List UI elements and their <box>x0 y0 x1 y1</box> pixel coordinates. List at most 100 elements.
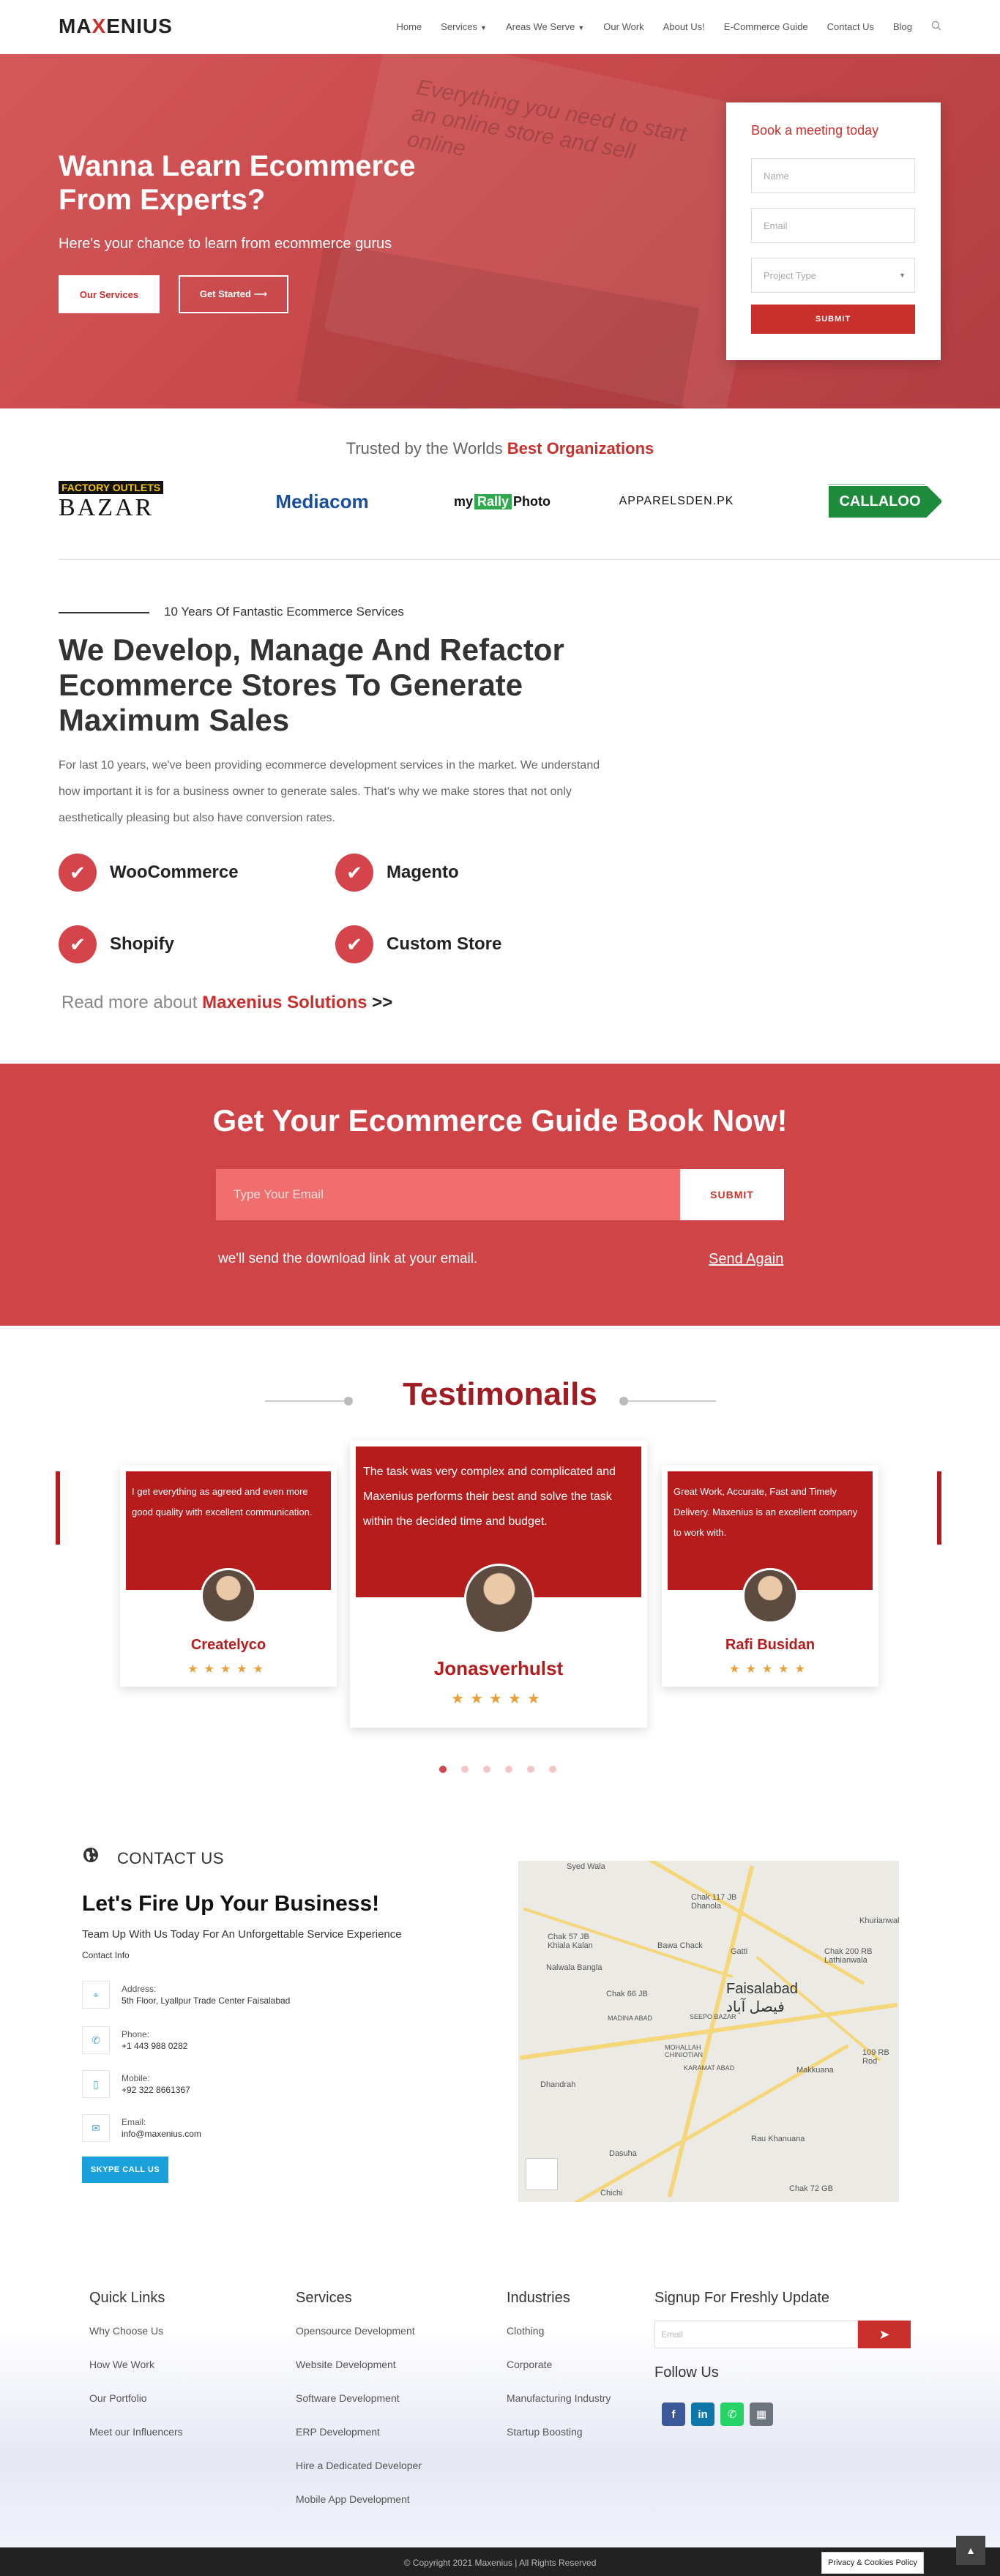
feature-woocommerce: ✔ WooCommerce <box>59 854 239 892</box>
map-label: Chak 117 JB Dhanola <box>691 1893 737 1911</box>
footer-link[interactable]: Why Choose Us <box>89 2325 163 2337</box>
location-map[interactable]: Syed Wala Chak 117 JB Dhanola Chak 57 JB… <box>518 1861 899 2202</box>
title-decor-dot <box>619 1397 628 1405</box>
testimonial-name: Rafi Busidan <box>725 1637 816 1653</box>
project-type-select[interactable]: Project Type ▼ <box>751 258 915 293</box>
carousel-dot[interactable] <box>505 1766 512 1773</box>
linkedin-icon[interactable]: in <box>691 2403 714 2426</box>
send-icon[interactable]: ➤ <box>858 2321 911 2348</box>
guide-submit-button[interactable]: SUBMIT <box>680 1169 784 1220</box>
mobile-icon: ▯ <box>82 2070 110 2098</box>
section-divider <box>59 559 1000 560</box>
email-icon: ✉ <box>82 2114 110 2142</box>
nav-about[interactable]: About Us! <box>663 21 705 32</box>
apparelsden-logo: APPARELSDEN.PK <box>619 495 734 507</box>
skype-call-button[interactable]: SKYPE CALL US <box>82 2157 168 2183</box>
check-icon: ✔ <box>59 925 97 963</box>
map-label: Chak 66 JB <box>606 1990 648 1998</box>
nav-contact[interactable]: Contact Us <box>827 21 874 32</box>
email-field[interactable]: Email <box>751 208 915 243</box>
footer-link[interactable]: Meet our Influencers <box>89 2426 183 2438</box>
testimonial-card: Great Work, Accurate, Fast and Timely De… <box>662 1466 878 1687</box>
guide-section: Get Your Ecommerce Guide Book Now! Type … <box>0 1064 1000 1326</box>
footer-link[interactable]: Corporate <box>507 2359 552 2370</box>
globe-icon <box>82 1846 100 1868</box>
nav-ecommerce-guide[interactable]: E-Commerce Guide <box>724 21 808 32</box>
footer-link[interactable]: How We Work <box>89 2359 154 2370</box>
map-label: SEEPO BAZAR <box>690 2013 736 2020</box>
rating-stars: ★★★★★ <box>729 1663 811 1676</box>
avatar <box>201 1568 256 1624</box>
footer-link[interactable]: Hire a Dedicated Developer <box>296 2460 422 2471</box>
hero-subtitle: Here's your chance to learn from ecommer… <box>59 236 392 252</box>
site-logo[interactable]: MAXENIUS <box>59 15 173 38</box>
nav-blog[interactable]: Blog <box>893 21 912 32</box>
read-more-link[interactable]: Read more about Maxenius Solutions >> <box>61 993 392 1013</box>
signup-email-input[interactable]: Email <box>654 2321 858 2348</box>
follow-title: Follow Us <box>654 2364 719 2381</box>
nav-services[interactable]: Services ▼ <box>441 21 487 32</box>
testimonial-card-edge <box>937 1471 941 1545</box>
map-control[interactable] <box>526 2158 558 2190</box>
testimonial-name: Jonasverhulst <box>433 1657 564 1679</box>
factory-outlets-bazar-logo: FACTORY OUTLETS BAZAR <box>59 476 176 527</box>
send-again-link[interactable]: Send Again <box>709 1251 783 1268</box>
footer-link[interactable]: Clothing <box>507 2325 544 2337</box>
map-label: Chak 72 GB <box>789 2184 833 2193</box>
search-icon[interactable] <box>931 20 941 33</box>
booking-form: Book a meeting today Name Email Project … <box>726 102 941 360</box>
carousel-dot[interactable] <box>527 1766 534 1773</box>
footer-link[interactable]: Website Development <box>296 2359 396 2370</box>
get-started-button[interactable]: Get Started ⟶ <box>179 275 288 313</box>
map-label: Chak 200 RB Lathianwala <box>824 1947 873 1965</box>
booking-submit-button[interactable]: SUBMIT <box>751 305 915 334</box>
map-label: Chichi <box>600 2189 623 2198</box>
chevron-down-icon: ▼ <box>578 24 585 31</box>
trusted-title: Trusted by the Worlds Best Organizations <box>346 439 654 458</box>
industries-title: Industries <box>507 2290 570 2306</box>
footer-link[interactable]: Opensource Development <box>296 2325 415 2337</box>
phone-icon: ✆ <box>82 2026 110 2054</box>
whatsapp-icon[interactable]: ✆ <box>720 2403 744 2426</box>
footer-link[interactable]: Our Portfolio <box>89 2392 147 2404</box>
kicker-line <box>59 612 149 613</box>
rating-stars: ★★★★★ <box>451 1691 546 1707</box>
title-decor-line <box>628 1400 716 1402</box>
footer-link[interactable]: Mobile App Development <box>296 2493 410 2505</box>
map-label: Dhandrah <box>540 2080 576 2089</box>
nav-our-work[interactable]: Our Work <box>603 21 643 32</box>
name-field[interactable]: Name <box>751 158 915 193</box>
project-type-value: Project Type <box>764 269 817 281</box>
carousel-dot[interactable] <box>461 1766 469 1773</box>
carousel-dot[interactable] <box>439 1766 447 1773</box>
privacy-policy-button[interactable]: Privacy & Cookies Policy <box>821 2552 924 2574</box>
carousel-dot[interactable] <box>483 1766 490 1773</box>
chevron-down-icon: ▼ <box>899 272 906 279</box>
our-services-button[interactable]: Our Services <box>59 275 160 313</box>
site-footer: Quick Links Why Choose Us How We Work Ou… <box>0 2240 1000 2547</box>
footer-link[interactable]: Software Development <box>296 2392 400 2404</box>
feature-magento: ✔ Magento <box>335 854 459 892</box>
contact-heading: CONTACT US <box>117 1849 224 1867</box>
facebook-icon[interactable]: f <box>662 2403 685 2426</box>
map-label: MADINA ABAD <box>608 2015 653 2022</box>
map-road <box>596 1861 865 1985</box>
about-body: For last 10 years, we've been providing … <box>59 759 600 824</box>
footer-link[interactable]: ERP Development <box>296 2426 380 2438</box>
carousel-dot[interactable] <box>549 1766 556 1773</box>
footer-link[interactable]: Startup Boosting <box>507 2426 583 2438</box>
nav-areas[interactable]: Areas We Serve ▼ <box>506 21 584 32</box>
calendar-icon[interactable]: ▦ <box>750 2403 773 2426</box>
testimonial-card-edge <box>56 1471 60 1545</box>
testimonials-title: Testimonails <box>403 1376 597 1412</box>
map-label: MOHALLAH CHINIOTIAN <box>665 2044 704 2058</box>
contact-mobile: ▯ Mobile: +92 322 8661367 <box>82 2070 190 2098</box>
nav-home[interactable]: Home <box>396 21 422 32</box>
footer-link[interactable]: Manufacturing Industry <box>507 2392 611 2404</box>
contact-subtitle: Team Up With Us Today For An Unforgettab… <box>82 1928 402 1941</box>
map-label: Syed Wala <box>567 1862 605 1871</box>
contact-phone: ✆ Phone: +1 443 988 0282 <box>82 2026 187 2054</box>
scroll-to-top-button[interactable]: ▲ <box>956 2536 985 2565</box>
guide-email-input[interactable]: Type Your Email <box>216 1169 680 1220</box>
about-kicker: 10 Years Of Fantastic Ecommerce Services <box>164 605 404 619</box>
